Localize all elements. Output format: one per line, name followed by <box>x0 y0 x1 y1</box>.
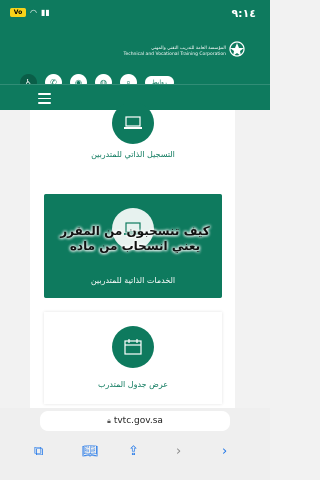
url-text: tvtc.gov.sa <box>113 416 163 426</box>
service-card-label: الخدمات الذاتية للمتدربين <box>90 276 176 285</box>
laptop-icon <box>112 102 154 144</box>
menu-icon[interactable] <box>38 93 51 107</box>
video-caption: كيف تنسحبون من المقرر يعني انسحاب من ماد… <box>60 224 210 253</box>
org-name: المؤسسة العامة للتدريب التقني والمهني Te… <box>123 46 226 57</box>
battery-icon: Vo <box>10 8 26 17</box>
tabs-icon[interactable]: ⧉ <box>34 444 43 459</box>
status-time: ٩:١٤ <box>231 7 256 20</box>
service-card-trainee-schedule[interactable]: عرض جدول المتدرب <box>44 312 222 404</box>
status-icons: Vo ◠ ▮▮ <box>10 8 50 17</box>
calendar-icon <box>112 326 154 368</box>
forward-icon[interactable]: › <box>176 444 181 459</box>
service-card-self-registration[interactable]: التسجيل الذاتي للمتدربين <box>44 102 222 180</box>
wifi-icon: ◠ <box>30 8 37 17</box>
back-icon[interactable]: › <box>222 444 227 459</box>
org-logo-icon <box>229 41 245 57</box>
service-card-label: عرض جدول المتدرب <box>97 380 169 389</box>
lock-icon: 🔒︎ <box>107 416 111 425</box>
share-icon[interactable]: ⇪ <box>128 444 139 459</box>
address-field[interactable]: 🔒︎ tvtc.gov.sa <box>40 411 230 431</box>
bookmarks-icon[interactable]: 📖︎ <box>82 444 99 459</box>
status-bar: Vo ◠ ▮▮ ٩:١٤ <box>0 0 270 28</box>
services-panel: التسجيل الذاتي للمتدربين الخدمات الذاتية… <box>30 102 235 408</box>
service-card-label: التسجيل الذاتي للمتدربين <box>91 150 175 159</box>
browser-toolbar: ⧉ 📖︎ ⇪ › › <box>0 434 270 480</box>
signal-icon: ▮▮ <box>40 8 50 17</box>
browser-url-bar: 🔒︎ tvtc.gov.sa <box>0 408 270 434</box>
